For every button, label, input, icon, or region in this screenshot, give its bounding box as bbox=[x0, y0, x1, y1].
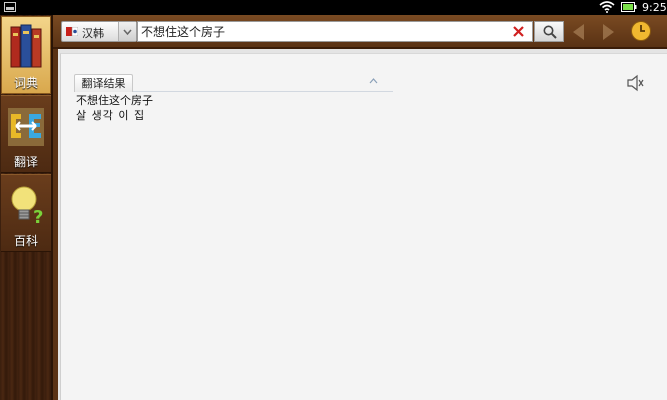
books-icon bbox=[10, 24, 42, 68]
ce-translate-icon bbox=[8, 108, 44, 146]
speaker-icon[interactable] bbox=[626, 74, 644, 92]
svg-text:?: ? bbox=[33, 207, 43, 228]
chevron-down-icon bbox=[123, 29, 132, 36]
search-box bbox=[137, 21, 533, 42]
chevron-up-icon[interactable] bbox=[369, 78, 378, 84]
sidebar-item-label: 词典 bbox=[13, 76, 38, 90]
back-arrow-icon[interactable] bbox=[569, 22, 589, 42]
status-bar: 9:25 bbox=[0, 0, 667, 15]
screenshot-icon bbox=[4, 2, 16, 12]
clear-icon[interactable] bbox=[513, 26, 524, 37]
search-input[interactable] bbox=[141, 23, 501, 40]
language-dropdown-button[interactable] bbox=[118, 22, 136, 41]
forward-arrow-icon[interactable] bbox=[598, 22, 618, 42]
clock: 9:25 bbox=[642, 1, 667, 14]
battery-icon bbox=[621, 2, 637, 12]
sidebar: 词典 翻译 ? 百科 bbox=[0, 15, 53, 400]
search-button[interactable] bbox=[534, 21, 564, 42]
sidebar-item-dictionary[interactable]: 词典 bbox=[1, 16, 51, 94]
lightbulb-icon: ? bbox=[11, 186, 43, 228]
sidebar-item-translate[interactable]: 翻译 bbox=[1, 95, 51, 173]
tab-translation-result[interactable]: 翻译结果 bbox=[74, 74, 133, 92]
sidebar-item-label: 翻译 bbox=[13, 155, 38, 169]
language-flag-icon bbox=[66, 27, 78, 36]
search-icon bbox=[543, 25, 557, 39]
translation-text: 살 생각 이 집 bbox=[76, 109, 146, 122]
language-select[interactable]: 汉韩 bbox=[61, 21, 137, 42]
source-text: 不想住这个房子 bbox=[76, 94, 153, 107]
tab-divider bbox=[133, 91, 393, 92]
wifi-icon bbox=[599, 1, 615, 13]
sidebar-item-encyclopedia[interactable]: ? 百科 bbox=[1, 174, 51, 252]
result-panel: 翻译结果 不想住这个房子 살 생각 이 집 bbox=[60, 53, 667, 400]
toolbar: 汉韩 bbox=[53, 15, 667, 49]
sidebar-item-label: 百科 bbox=[13, 234, 38, 248]
language-label: 汉韩 bbox=[82, 27, 104, 40]
history-clock-icon[interactable] bbox=[630, 20, 652, 42]
